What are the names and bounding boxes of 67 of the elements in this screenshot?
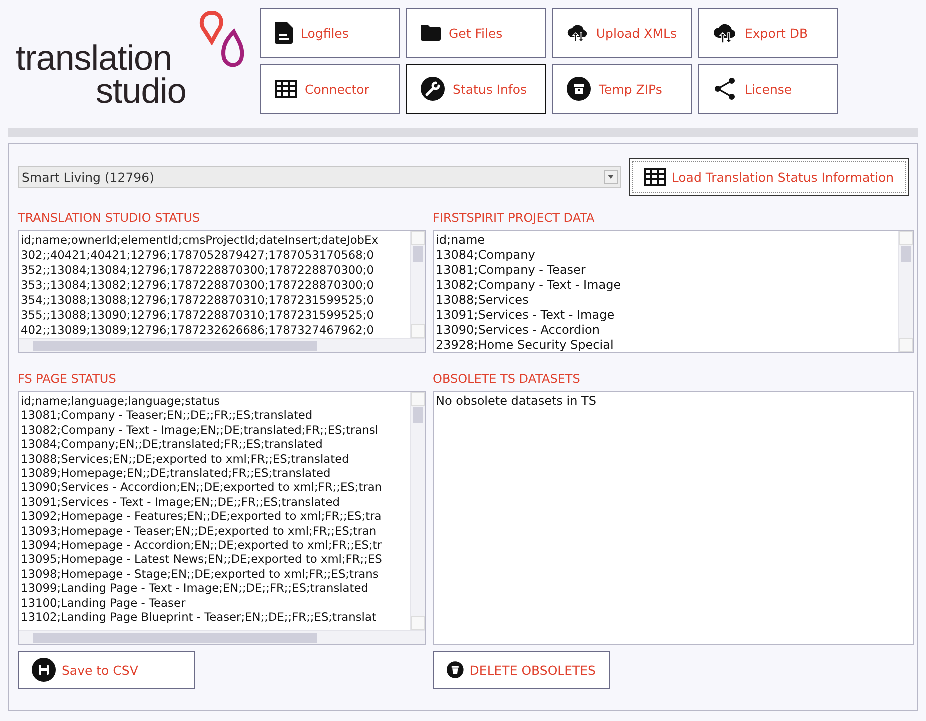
- text-line: 13095;Homepage - Latest News;EN;;DE;exported to xml;FR;;ES: [21, 552, 384, 567]
- text-line: 13090;Services - Accordion;EN;;DE;exported to xml;FR;;ES;tran: [21, 480, 384, 495]
- text-line: 13102;Landing Page Blueprint - Teaser;EN;;DE;;FR;;ES;translat: [21, 610, 378, 624]
- text-line: 354;;13088;13088;12796;1787228870310;1787231599525;0: [21, 293, 375, 308]
- text-line: 13088;Services: [436, 293, 530, 308]
- load-button[interactable]: Load Translation Status Information: [629, 158, 909, 196]
- nav-button[interactable]: Export DB: [698, 8, 838, 58]
- section-title: OBSOLETE TS DATASETS: [433, 371, 582, 388]
- text-area[interactable]: [18, 391, 426, 645]
- text-line: No obsolete datasets in TS: [436, 394, 598, 409]
- action-button[interactable]: DELETE OBSOLETES: [433, 651, 610, 689]
- logo-wordmark: translation studio: [16, 38, 186, 108]
- nav-button[interactable]: Logfiles: [260, 8, 400, 58]
- vertical-scrollbar[interactable]: [410, 392, 425, 630]
- text-line: 13091;Services - Text - Image;EN;;DE;;FR;;ES;translated: [21, 494, 341, 510]
- text-line: 352;;13084;13084;12796;1787228870300;1787228870300;0: [21, 263, 375, 278]
- horizontal-scrollbar[interactable]: [19, 338, 425, 352]
- text-line: 13088;Services;EN;;DE;exported to xml;FR;;ES;translated: [21, 452, 350, 466]
- text-line: 13084;Company: [436, 248, 536, 263]
- text-area[interactable]: id;name 13084;Company 13081;Company - Teaser 13082;Company - Text - Image 13088;Services 13091;Services - Text - Image 13090;Services - Accordion 23928;Home Security Special: [433, 230, 914, 353]
- vertical-scrollbar[interactable]: [898, 231, 913, 352]
- action-button[interactable]: Save to CSV: [18, 651, 195, 689]
- table-icon: [644, 168, 666, 186]
- wrench-icon: [421, 77, 445, 101]
- nav-button[interactable]: License: [698, 64, 838, 114]
- text-line: 23928;Home Security Special: [436, 338, 615, 352]
- text-line: 13082;Company - Text - Image: [436, 278, 622, 293]
- text-line: 13089;Homepage;EN;;DE;translated;FR;;ES;translated: [21, 466, 332, 480]
- text-line: id;name;ownerId;elementId;cmsProjectId;dateInsert;dateJobEx: [21, 233, 380, 248]
- project-select[interactable]: Smart Living (12796): [18, 166, 621, 188]
- text-line: 13082;Company - Text - Image;EN;;DE;translated;FR;;ES;transl: [21, 422, 380, 438]
- text-line: 302;;40421;40421;12796;1787052879427;1787053170568;0: [21, 248, 375, 263]
- text-line: 13081;Company - Teaser;EN;;DE;;FR;;ES;translated: [21, 408, 314, 423]
- text-line: 353;;13084;13082;12796;1787228870300;1787228870300;0: [21, 278, 375, 293]
- nav-button[interactable]: Upload XMLs: [552, 8, 692, 58]
- text-line: 13091;Services - Text - Image: [436, 308, 616, 323]
- text-line: 13084;Company;EN;;DE;translated;FR;;ES;translated: [21, 437, 324, 452]
- text-line: 13098;Homepage - Stage;EN;;DE;exported to xml;FR;;ES;trans: [21, 566, 380, 582]
- text-line: 13092;Homepage - Features;EN;;DE;exported to xml;FR;;ES;tra: [21, 509, 383, 524]
- archive-icon: [567, 77, 591, 101]
- folder-icon: [421, 25, 441, 41]
- text-line: 13081;Company - Teaser: [436, 263, 587, 278]
- text-line: 402;;13089;13089;12796;1787232626686;1787327467962;0: [21, 323, 375, 338]
- nav-button[interactable]: Connector: [260, 64, 400, 114]
- text-line: 13094;Homepage - Accordion;EN;;DE;exported to xml;FR;;ES;tr: [21, 538, 383, 552]
- text-line: id;name: [436, 233, 486, 248]
- section-title: FIRSTSPIRIT PROJECT DATA: [433, 210, 596, 227]
- horizontal-scrollbar[interactable]: [19, 630, 425, 644]
- floppy-disk-icon: [32, 658, 56, 682]
- text-line: 13099;Landing Page - Text - Image;EN;;DE;;FR;;ES;translated: [21, 581, 370, 596]
- nav-button[interactable]: Temp ZIPs: [552, 64, 692, 114]
- text-line: 13090;Services - Accordion: [436, 323, 601, 338]
- text-area[interactable]: No obsolete datasets in TS: [433, 391, 914, 645]
- vertical-scrollbar[interactable]: [410, 231, 425, 338]
- text-line: 13093;Homepage - Teaser;EN;;DE;exported to xml;FR;;ES;tran: [21, 524, 378, 538]
- section-title: TRANSLATION STUDIO STATUS: [18, 210, 202, 227]
- cloud-upload-icon: [713, 22, 737, 44]
- share-icon: [713, 77, 737, 101]
- text-area[interactable]: [18, 230, 426, 353]
- nav-button[interactable]: Status Infos: [406, 64, 546, 114]
- section-title: FS PAGE STATUS: [18, 371, 118, 388]
- text-line: 355;;13088;13090;12796;1787228870310;1787231599525;0: [21, 308, 375, 323]
- table-icon: [275, 80, 297, 98]
- text-line: id;name;language;language;status: [21, 394, 222, 408]
- text-line: 13100;Landing Page - Teaser: [21, 596, 187, 610]
- nav-button[interactable]: Get Files: [406, 8, 546, 58]
- file-icon: [275, 22, 293, 44]
